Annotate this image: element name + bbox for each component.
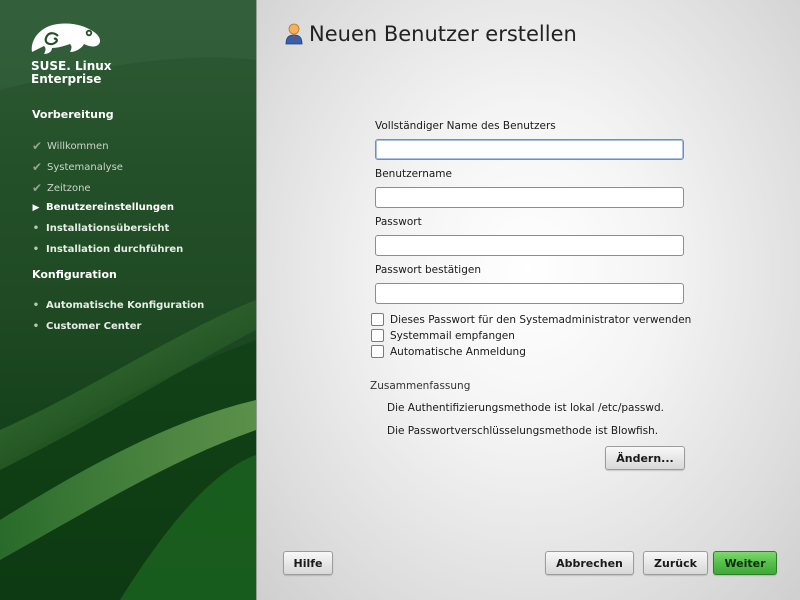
sidebar-item-label: Benutzereinstellungen (46, 202, 174, 213)
bullet-icon: • (32, 223, 40, 234)
sidebar-item-label: Willkommen (47, 140, 109, 152)
sidebar-section-konfiguration: Konfiguration (32, 268, 117, 281)
username-label: Benutzername (375, 168, 452, 180)
full-name-input[interactable] (375, 139, 684, 160)
brand-wordmark: SUSE. Linux Enterprise (31, 60, 112, 86)
sidebar-item-label: Automatische Konfiguration (46, 300, 205, 311)
user-icon (285, 23, 303, 45)
back-button[interactable]: Zurück (643, 551, 708, 575)
confirm-password-label: Passwort bestätigen (375, 264, 481, 276)
installer-sidebar: SUSE. Linux Enterprise Vorbereitung ✔ Wi… (0, 0, 256, 600)
sidebar-section-vorbereitung: Vorbereitung (32, 108, 114, 121)
next-button[interactable]: Weiter (713, 551, 777, 575)
sidebar-item-benutzereinstellungen: ▶ Benutzereinstellungen (29, 202, 174, 213)
password-label: Passwort (375, 216, 422, 228)
password-input[interactable] (375, 235, 684, 256)
sidebar-item-automatische-konfiguration: • Automatische Konfiguration (29, 300, 204, 311)
checkbox-label: Automatische Anmeldung (390, 345, 526, 358)
sidebar-item-zeitzone: ✔ Zeitzone (30, 181, 91, 195)
brand-line-2: Enterprise (31, 72, 102, 86)
sidebar-item-label: Zeitzone (47, 182, 91, 194)
sidebar-item-willkommen: ✔ Willkommen (30, 139, 109, 153)
checkbox-label: Systemmail empfangen (390, 329, 515, 342)
summary-auth-method: Die Authentifizierungsmethode ist lokal … (387, 402, 664, 414)
summary-heading: Zusammenfassung (370, 380, 471, 392)
current-step-arrow-icon: ▶ (32, 202, 40, 213)
cancel-button[interactable]: Abbrechen (545, 551, 634, 575)
checkbox-label: Dieses Passwort für den Systemadministra… (390, 313, 692, 326)
sidebar-item-label: Customer Center (46, 321, 142, 332)
help-button[interactable]: Hilfe (283, 551, 333, 575)
checkbox-box[interactable] (371, 313, 384, 326)
checkbox-box[interactable] (371, 329, 384, 342)
full-name-label: Vollständiger Name des Benutzers (375, 120, 556, 132)
checkbox-box[interactable] (371, 345, 384, 358)
checkmark-icon: ✔ (31, 160, 43, 174)
checkmark-icon: ✔ (31, 181, 43, 195)
receive-system-mail-checkbox[interactable]: Systemmail empfangen (371, 329, 515, 342)
checkmark-icon: ✔ (31, 139, 43, 153)
bullet-icon: • (32, 244, 40, 255)
page-header: Neuen Benutzer erstellen (285, 22, 577, 46)
bullet-icon: • (32, 300, 40, 311)
sidebar-item-label: Installationsübersicht (46, 223, 170, 234)
sidebar-item-label: Installation durchführen (46, 244, 184, 255)
bullet-icon: • (32, 321, 40, 332)
sidebar-item-customer-center: • Customer Center (29, 321, 142, 332)
sidebar-item-systemanalyse: ✔ Systemanalyse (30, 160, 123, 174)
sidebar-item-label: Systemanalyse (47, 161, 123, 173)
page-title: Neuen Benutzer erstellen (309, 22, 577, 46)
confirm-password-input[interactable] (375, 283, 684, 304)
auto-login-checkbox[interactable]: Automatische Anmeldung (371, 345, 526, 358)
use-password-for-root-checkbox[interactable]: Dieses Passwort für den Systemadministra… (371, 313, 691, 326)
suse-chameleon-logo-icon (31, 23, 101, 54)
change-button[interactable]: Ändern... (605, 446, 685, 470)
summary-encryption-method: Die Passwortverschlüsselungsmethode ist … (387, 425, 659, 437)
username-input[interactable] (375, 187, 684, 208)
main-content: Neuen Benutzer erstellen Vollständiger N… (256, 0, 800, 600)
sidebar-item-installation-durchfuehren: • Installation durchführen (29, 244, 183, 255)
sidebar-item-installationsuebersicht: • Installationsübersicht (29, 223, 169, 234)
